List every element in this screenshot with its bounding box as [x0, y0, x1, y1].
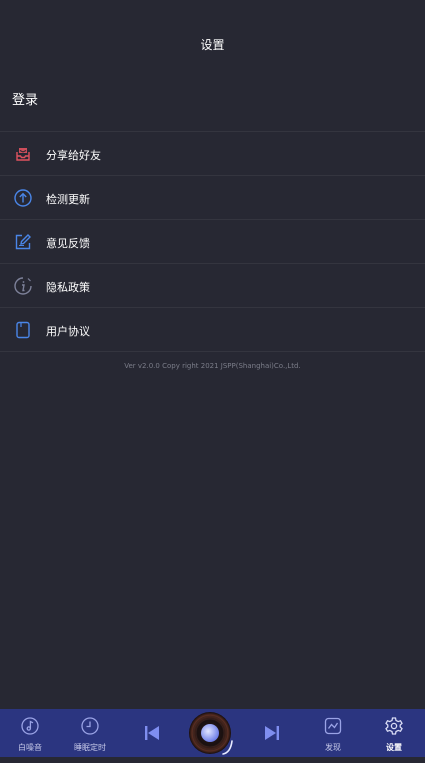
upload-arrow-icon [13, 188, 33, 208]
tab-settings[interactable]: 设置 [374, 709, 414, 757]
menu-item-label: 意见反馈 [46, 237, 90, 250]
tab-discover[interactable]: 发现 [313, 709, 353, 757]
menu-item-label: 分享给好友 [46, 149, 101, 162]
menu-item-label: 检测更新 [46, 193, 90, 206]
tab-label: 白噪音 [18, 743, 42, 752]
menu-item-feedback[interactable]: 意见反馈 [0, 220, 425, 264]
info-icon [13, 276, 33, 296]
tab-label: 发现 [325, 743, 341, 752]
menu-item-user-agreement[interactable]: 用户协议 [0, 308, 425, 352]
edit-note-icon [13, 232, 33, 252]
tab-white-noise[interactable]: 白噪音 [10, 709, 50, 757]
music-note-icon [20, 716, 40, 736]
chart-icon [323, 716, 343, 736]
menu-item-label: 用户协议 [46, 325, 90, 338]
clock-icon [80, 716, 100, 736]
document-icon [13, 320, 33, 340]
share-inbox-icon [13, 144, 33, 164]
vinyl-disc-icon[interactable] [188, 711, 236, 759]
tab-sleep-timer[interactable]: 睡眠定时 [70, 709, 110, 757]
tab-label: 睡眠定时 [74, 743, 106, 752]
settings-menu: 分享给好友 检测更新 意见反馈 隐私政策 用户协议 [0, 131, 425, 352]
login-link[interactable]: 登录 [12, 89, 38, 108]
skip-next-icon[interactable] [262, 723, 282, 743]
skip-previous-icon[interactable] [142, 723, 162, 743]
menu-item-privacy-policy[interactable]: 隐私政策 [0, 264, 425, 308]
menu-item-check-update[interactable]: 检测更新 [0, 176, 425, 220]
menu-item-share[interactable]: 分享给好友 [0, 132, 425, 176]
menu-item-label: 隐私政策 [46, 281, 90, 294]
page-title: 设置 [200, 38, 225, 52]
gear-icon [384, 716, 404, 736]
tab-label: 设置 [386, 743, 402, 752]
header-bar: 设置 [0, 0, 425, 88]
version-text: Ver v2.0.0 Copy right 2021 JSPP(Shanghai… [124, 362, 301, 370]
